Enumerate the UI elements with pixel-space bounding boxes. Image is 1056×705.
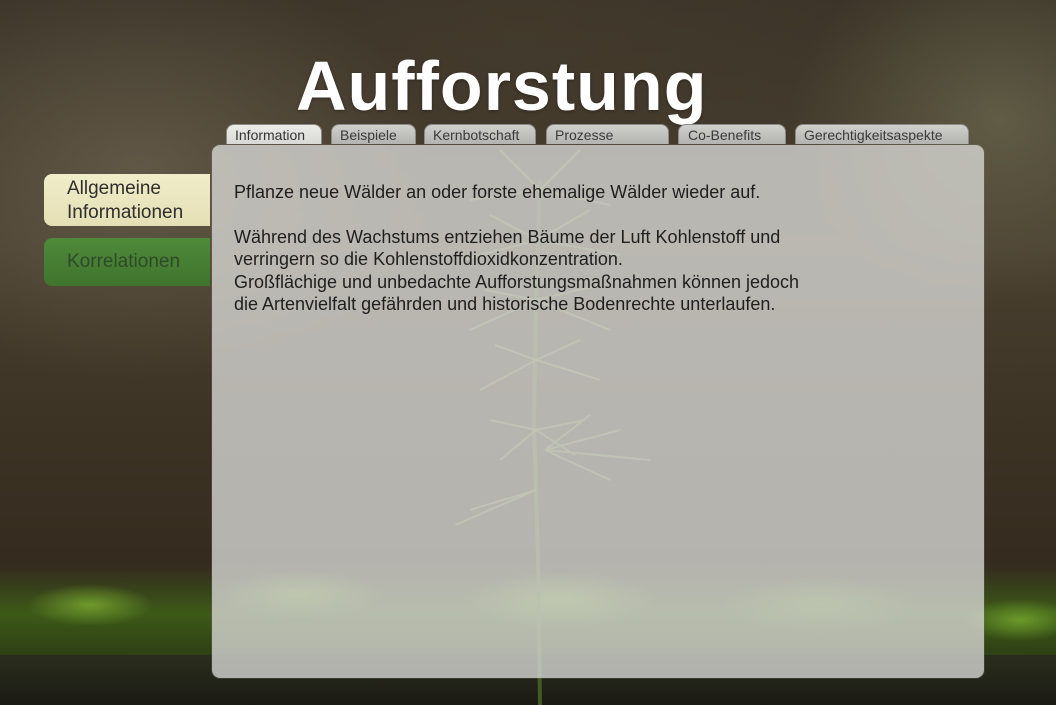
tab-co-benefits[interactable]: Co-Benefits (678, 124, 786, 144)
sidebar-item-correlations[interactable]: Korrelationen (44, 238, 210, 286)
tab-gerechtigkeitsaspekte[interactable]: Gerechtigkeitsaspekte (795, 124, 969, 144)
tab-beispiele[interactable]: Beispiele (331, 124, 416, 144)
content-panel: Pflanze neue Wälder an oder forste ehema… (212, 145, 984, 678)
sidebar-item-label-line1: Allgemeine (67, 178, 161, 199)
intro-text: Pflanze neue Wälder an oder forste ehema… (234, 182, 761, 202)
body-line-1: Während des Wachstums entziehen Bäume de… (234, 226, 781, 247)
body-line-3: Großflächige und unbedachte Aufforstungs… (234, 271, 800, 292)
tab-prozesse[interactable]: Prozesse (546, 124, 669, 144)
page-title: Aufforstung (296, 47, 708, 125)
body-line-2: verringern so die Kohlenstoffdioxidkonze… (234, 249, 623, 269)
tab-information[interactable]: Information (226, 124, 322, 144)
sidebar-item-label-line2: Informationen (67, 202, 184, 223)
content-text: Pflanze neue Wälder an oder forste ehema… (234, 181, 954, 316)
body-line-4: die Artenvielfalt gefährden und historis… (234, 294, 776, 314)
sidebar-item-general-info[interactable]: Allgemeine Informationen (44, 174, 210, 226)
tab-kernbotschaft[interactable]: Kernbotschaft (424, 124, 536, 144)
